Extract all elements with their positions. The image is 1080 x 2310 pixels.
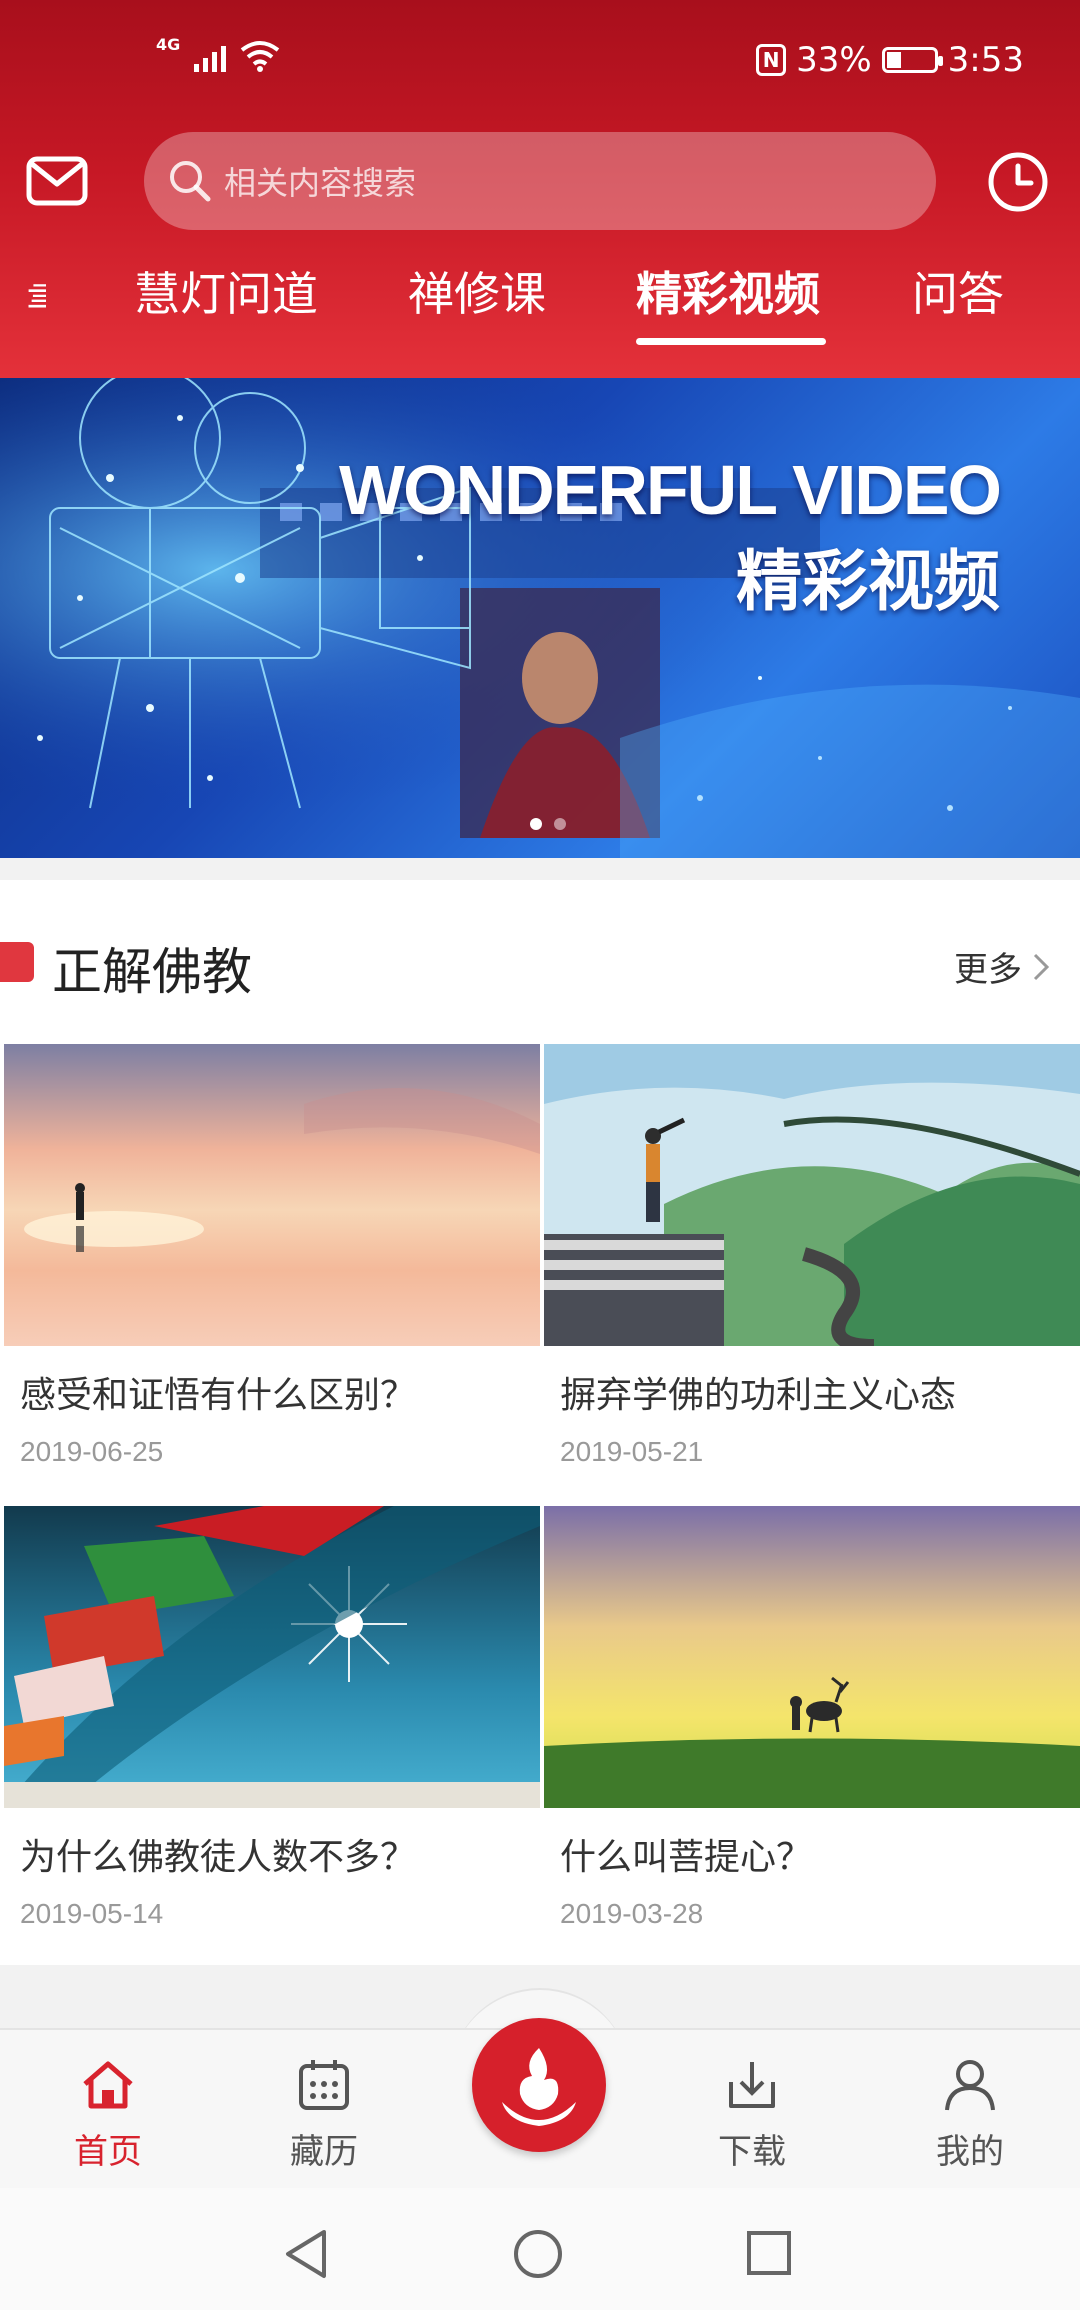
carousel-dots	[530, 818, 566, 830]
app-header: 4G N 33% 3:53 相关内容搜索 慧灯问道 禅修课 精彩视频 问答	[0, 0, 1080, 378]
nav-home[interactable]: 首页	[48, 2056, 168, 2173]
video-card[interactable]: 为什么佛教徒人数不多？ 2019-05-14	[4, 1506, 540, 1946]
top-bar: 相关内容搜索	[0, 128, 1080, 238]
tab-wenda[interactable]: 问答	[912, 258, 1004, 324]
video-card[interactable]: 摒弃学佛的功利主义心态 2019-05-21	[544, 1044, 1080, 1484]
video-thumbnail	[544, 1506, 1080, 1808]
banner-title: WONDERFUL VIDEO	[339, 451, 1002, 529]
video-thumbnail	[4, 1044, 540, 1346]
wifi-icon	[241, 41, 280, 72]
signal-icon	[194, 46, 227, 72]
video-title: 为什么佛教徒人数不多？	[20, 1837, 417, 1878]
video-title: 摒弃学佛的功利主义心态	[560, 1375, 957, 1416]
status-bar: 4G N 33% 3:53	[0, 0, 1080, 120]
calendar-icon	[299, 2060, 349, 2110]
mail-icon[interactable]	[26, 156, 88, 206]
nav-profile-label: 我的	[936, 2132, 1004, 2172]
nav-download[interactable]: 下载	[692, 2056, 812, 2173]
status-right: N 33% 3:53	[756, 40, 1024, 80]
center-logo-button[interactable]	[472, 2018, 606, 2152]
clock: 3:53	[947, 40, 1024, 80]
network-type: 4G	[156, 35, 181, 54]
hero-banner[interactable]: WONDERFUL VIDEO 精彩视频	[0, 378, 1080, 858]
chevron-right-icon	[1033, 953, 1050, 980]
home-icon	[83, 2061, 133, 2109]
tab-chanxiu-ke[interactable]: 禅修课	[408, 258, 546, 324]
flame-lotus-logo-icon	[502, 2048, 576, 2126]
video-card[interactable]: 什么叫菩提心？ 2019-03-28	[544, 1506, 1080, 1946]
back-triangle-icon[interactable]	[282, 2228, 330, 2280]
section-title: 正解佛教	[52, 943, 252, 1001]
more-link[interactable]: 更多	[954, 942, 1050, 991]
video-date: 2019-05-14	[20, 1898, 164, 1929]
history-clock-icon[interactable]	[986, 150, 1050, 214]
search-input[interactable]: 相关内容搜索	[144, 132, 936, 230]
system-navigation-bar	[0, 2188, 1080, 2310]
battery-percent: 33%	[796, 40, 872, 80]
video-date: 2019-05-21	[560, 1436, 704, 1467]
nav-calendar-label: 藏历	[290, 2132, 358, 2172]
category-tabs: 書 慧灯问道 禅修课 精彩视频 问答	[0, 248, 1080, 348]
nav-calendar[interactable]: 藏历	[264, 2056, 384, 2173]
more-label: 更多	[954, 950, 1022, 990]
nfc-icon: N	[756, 44, 787, 76]
video-card[interactable]: 感受和证悟有什么区别？ 2019-06-25	[4, 1044, 540, 1484]
video-title: 什么叫菩提心？	[560, 1837, 813, 1878]
battery-icon	[881, 47, 943, 73]
search-placeholder: 相关内容搜索	[224, 164, 417, 202]
tab-huideng-wendao[interactable]: 慧灯问道	[134, 258, 318, 324]
tab-partial-left[interactable]: 書	[26, 268, 46, 308]
video-date: 2019-03-28	[560, 1898, 704, 1929]
video-title: 感受和证悟有什么区别？	[20, 1375, 417, 1416]
profile-icon	[945, 2060, 995, 2111]
nav-download-label: 下载	[718, 2132, 786, 2172]
nav-profile[interactable]: 我的	[910, 2056, 1030, 2173]
section-zhengjie-fojiao: 正解佛教 更多 感受和证悟有什么区别？ 2019-06-25 摒弃学佛的功利主义…	[0, 880, 1080, 1965]
download-icon	[729, 2062, 775, 2108]
video-thumbnail	[4, 1506, 540, 1808]
home-circle-icon[interactable]	[512, 2228, 564, 2280]
recents-square-icon[interactable]	[746, 2230, 792, 2276]
nav-home-label: 首页	[74, 2132, 142, 2172]
video-date: 2019-06-25	[20, 1436, 164, 1467]
section-accent-bar	[0, 942, 34, 982]
banner-subtitle: 精彩视频	[736, 543, 1000, 620]
video-thumbnail	[544, 1044, 1080, 1346]
status-left: 4G	[156, 35, 280, 72]
tab-jingcai-shipin[interactable]: 精彩视频	[636, 258, 820, 324]
search-icon	[170, 161, 211, 202]
active-tab-indicator	[636, 338, 826, 345]
